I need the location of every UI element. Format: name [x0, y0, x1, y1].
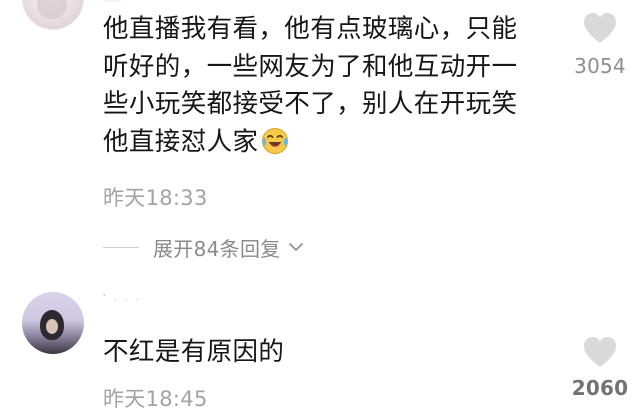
like-count: 2060	[571, 376, 629, 400]
comment-text-line: 听好的，一些网友为了和他互动开一	[103, 51, 518, 82]
divider	[103, 246, 139, 248]
comment-text-line: 他直接怼人家	[103, 126, 259, 157]
expand-replies-label: 展开84条回复	[153, 236, 281, 261]
comment-text-line: 他直播我有看，他有点玻璃心，只能	[103, 14, 518, 44]
avatar[interactable]	[22, 292, 84, 354]
heart-icon	[584, 337, 616, 367]
heart-icon	[584, 13, 616, 43]
comment-text: 他直播我有看，他有点玻璃心，只能 听好的，一些网友为了和他互动开一 些小玩笑都接…	[103, 11, 553, 161]
comment-text-line: 些小玩笑都接受不了，别人在开玩笑	[103, 89, 518, 119]
like-button[interactable]: 2060	[569, 336, 631, 400]
comment-text-line: 不红是有原因的	[103, 337, 285, 367]
avatar[interactable]	[22, 0, 84, 30]
expand-replies-button[interactable]: 展开84条回复	[103, 232, 305, 262]
laughing-crying-emoji-icon	[260, 125, 290, 155]
comment-timestamp: 昨天18:33	[103, 186, 208, 210]
like-count: 3054	[574, 54, 626, 78]
like-button[interactable]: 3054	[569, 12, 631, 78]
comment-text: 不红是有原因的	[103, 334, 284, 372]
username-fragment: ' . . .	[103, 293, 142, 302]
avatar-figure	[40, 310, 64, 340]
username-fragment	[103, 0, 121, 2]
chevron-down-icon	[288, 243, 303, 251]
